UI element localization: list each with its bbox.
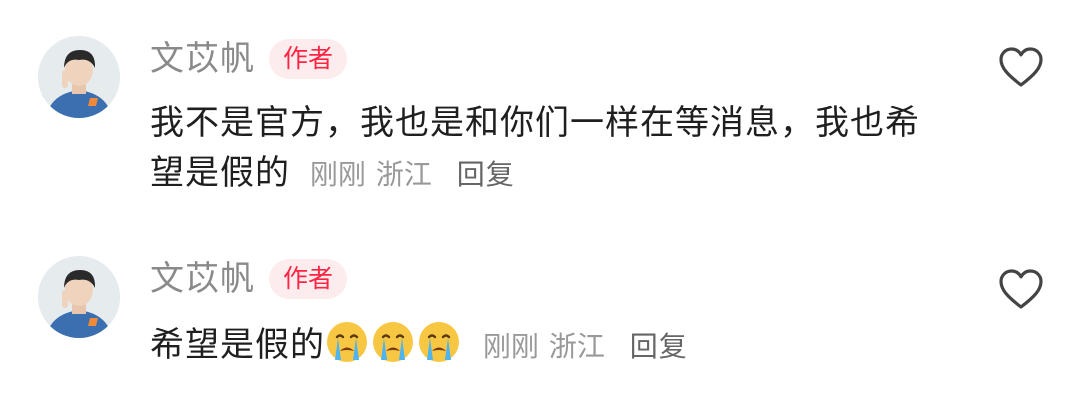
reply-button[interactable]: 回复 (630, 330, 688, 363)
comment-location: 浙江 (375, 158, 432, 191)
comment-time: 刚刚 (309, 158, 366, 191)
comment-meta: 刚刚 浙江 (310, 158, 441, 191)
comment-meta: 刚刚 浙江 (483, 330, 614, 363)
comment-body[interactable]: 我不是官方，我也是和你们一样在等消息，我也希望是假的 刚刚 浙江 回复 (150, 98, 940, 200)
heart-outline-icon[interactable] (998, 268, 1044, 310)
reply-button[interactable]: 回复 (457, 158, 515, 191)
avatar[interactable] (38, 36, 120, 118)
crying-face-emoji-icon (327, 322, 367, 362)
comment-header: 文苡帆 作者 (150, 258, 348, 300)
comment-time: 刚刚 (482, 330, 539, 363)
heart-outline-icon[interactable] (998, 46, 1044, 88)
author-badge: 作者 (269, 259, 348, 299)
username[interactable]: 文苡帆 (150, 258, 255, 300)
comment-header: 文苡帆 作者 (150, 38, 348, 80)
avatar[interactable] (38, 256, 120, 338)
crying-face-emoji-icon (373, 322, 413, 362)
crying-face-emoji-icon (419, 322, 459, 362)
comment-item: 文苡帆 作者 希望是假的 刚刚 浙江 回复 (0, 220, 1080, 402)
comment-text: 希望是假的 (150, 325, 325, 365)
comment-location: 浙江 (548, 330, 605, 363)
comment-item: 文苡帆 作者 我不是官方，我也是和你们一样在等消息，我也希望是假的 刚刚 浙江 回… (0, 0, 1080, 220)
author-badge: 作者 (269, 39, 348, 79)
comment-body[interactable]: 希望是假的 刚刚 浙江 回复 (150, 320, 940, 372)
comment-text: 我不是官方，我也是和你们一样在等消息，我也希望是假的 (150, 103, 920, 193)
username[interactable]: 文苡帆 (150, 38, 255, 80)
